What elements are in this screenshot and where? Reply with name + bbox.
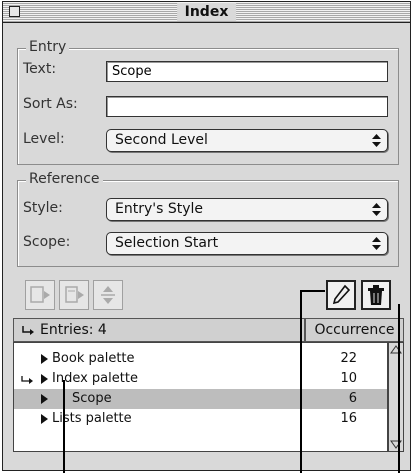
- entry-name: Book palette: [52, 351, 135, 366]
- list-item[interactable]: Lists palette 16: [14, 409, 387, 429]
- window-title: Index: [176, 3, 237, 21]
- vertical-scrollbar[interactable]: [388, 342, 404, 452]
- popup-arrows-icon: [372, 134, 381, 147]
- sort-as-label: Sort As:: [23, 96, 78, 112]
- popup-arrows-icon: [372, 203, 381, 216]
- text-field[interactable]: [106, 61, 388, 82]
- scope-select-value: Selection Start: [115, 235, 219, 251]
- occurrence-header-label: Occurrence: [314, 322, 395, 338]
- add-entry-button[interactable]: [25, 280, 55, 310]
- target-marker-icon: [21, 376, 33, 384]
- delete-button[interactable]: [361, 280, 391, 310]
- scope-select[interactable]: Selection Start: [106, 232, 388, 255]
- list-item[interactable]: Index palette 10: [14, 369, 387, 389]
- occurrence-count: 6: [348, 391, 357, 406]
- close-box[interactable]: [9, 6, 20, 17]
- find-button[interactable]: [93, 280, 123, 310]
- style-label: Style:: [23, 200, 63, 216]
- edit-button[interactable]: [326, 280, 356, 310]
- reference-group-label: Reference: [26, 171, 103, 187]
- add-reference-icon: [65, 286, 84, 303]
- style-select[interactable]: Entry's Style: [106, 198, 388, 221]
- entry-group: Entry Text: Sort As: Level: Second Level: [17, 39, 399, 165]
- level-label: Level:: [23, 131, 65, 147]
- entries-header[interactable]: Entries: 4: [13, 318, 305, 342]
- scope-label: Scope:: [23, 234, 71, 250]
- callout-line: [300, 290, 325, 292]
- add-reference-button[interactable]: [59, 280, 89, 310]
- reference-group: Reference Style: Entry's Style Scope: Se…: [17, 171, 399, 267]
- callout-line: [398, 304, 400, 473]
- edit-pencil-icon: [332, 284, 351, 305]
- list-item-selected[interactable]: Scope 6: [14, 389, 387, 409]
- popup-arrows-icon: [372, 237, 381, 250]
- disclosure-triangle-icon[interactable]: [41, 354, 48, 364]
- sort-arrow-icon: [22, 326, 34, 335]
- scroll-down-arrow-icon[interactable]: [389, 437, 403, 451]
- entry-group-label: Entry: [26, 39, 70, 55]
- callout-line: [63, 380, 65, 473]
- add-entry-icon: [30, 286, 50, 303]
- list-item[interactable]: Book palette 22: [14, 349, 387, 369]
- text-label: Text:: [23, 61, 57, 77]
- entries-list: Book palette 22 Index palette 10 Scope 6…: [13, 342, 388, 452]
- trash-icon: [368, 285, 384, 305]
- entry-name: Scope: [72, 391, 112, 406]
- occurrence-header[interactable]: Occurrence: [305, 318, 404, 342]
- level-select-value: Second Level: [115, 132, 208, 148]
- style-select-value: Entry's Style: [115, 201, 204, 217]
- occurrence-count: 22: [340, 351, 357, 366]
- callout-line: [300, 290, 302, 473]
- scroll-up-arrow-icon[interactable]: [389, 343, 403, 357]
- occurrence-count: 10: [340, 371, 357, 386]
- occurrence-count: 16: [340, 411, 357, 426]
- entries-count-label: Entries: 4: [40, 322, 107, 338]
- title-bar[interactable]: Index: [3, 2, 410, 23]
- sort-as-field[interactable]: [106, 96, 388, 117]
- level-select[interactable]: Second Level: [106, 129, 388, 152]
- disclosure-triangle-icon[interactable]: [41, 394, 48, 404]
- disclosure-triangle-icon[interactable]: [41, 414, 48, 424]
- disclosure-triangle-icon[interactable]: [41, 374, 48, 384]
- find-icon: [101, 286, 115, 304]
